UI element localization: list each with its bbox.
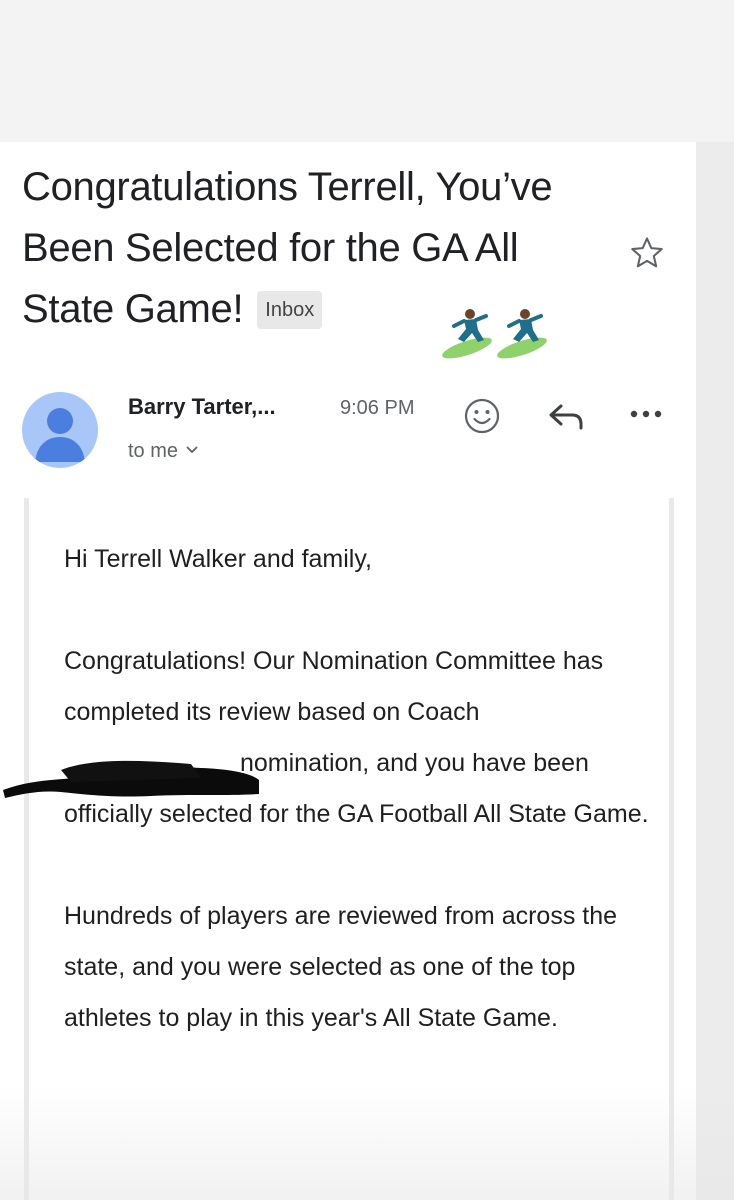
greeting: Hi Terrell Walker and family,	[64, 545, 372, 573]
surfer-icon	[497, 309, 547, 359]
redaction-mark	[3, 760, 259, 798]
sender-name[interactable]: Barry Tarter,...	[128, 394, 276, 420]
surfer-icon	[442, 309, 492, 359]
recipient-toggle[interactable]: to me	[128, 440, 200, 463]
paragraph-1: Congratulations! Our Nomination Committe…	[64, 636, 664, 840]
chevron-down-icon	[186, 446, 198, 454]
email-body: Hi Terrell Walker and family, Congratula…	[3, 498, 674, 1200]
person-icon	[35, 408, 85, 462]
smiley-icon[interactable]	[462, 396, 502, 436]
recipient-label: to me	[128, 440, 179, 462]
email-body-text: Hi Terrell Walker and family, Congratula…	[64, 534, 664, 1095]
star-outline-icon[interactable]	[628, 234, 666, 272]
paragraph-1-lead: Congratulations! Our Nomination Committe…	[64, 647, 604, 726]
more-horizontal-icon[interactable]	[628, 404, 664, 424]
surfer-emoji-decoration	[442, 309, 547, 359]
inbox-label-chip[interactable]: Inbox	[257, 291, 323, 329]
paragraph-2: Hundreds of players are reviewed from ac…	[64, 902, 618, 1032]
reply-icon[interactable]	[546, 400, 586, 432]
sender-avatar[interactable]	[22, 392, 98, 468]
email-view: Congratulations Terrell, You’ve Been Sel…	[0, 142, 696, 1200]
status-area	[0, 0, 734, 142]
email-time: 9:06 PM	[340, 397, 415, 419]
